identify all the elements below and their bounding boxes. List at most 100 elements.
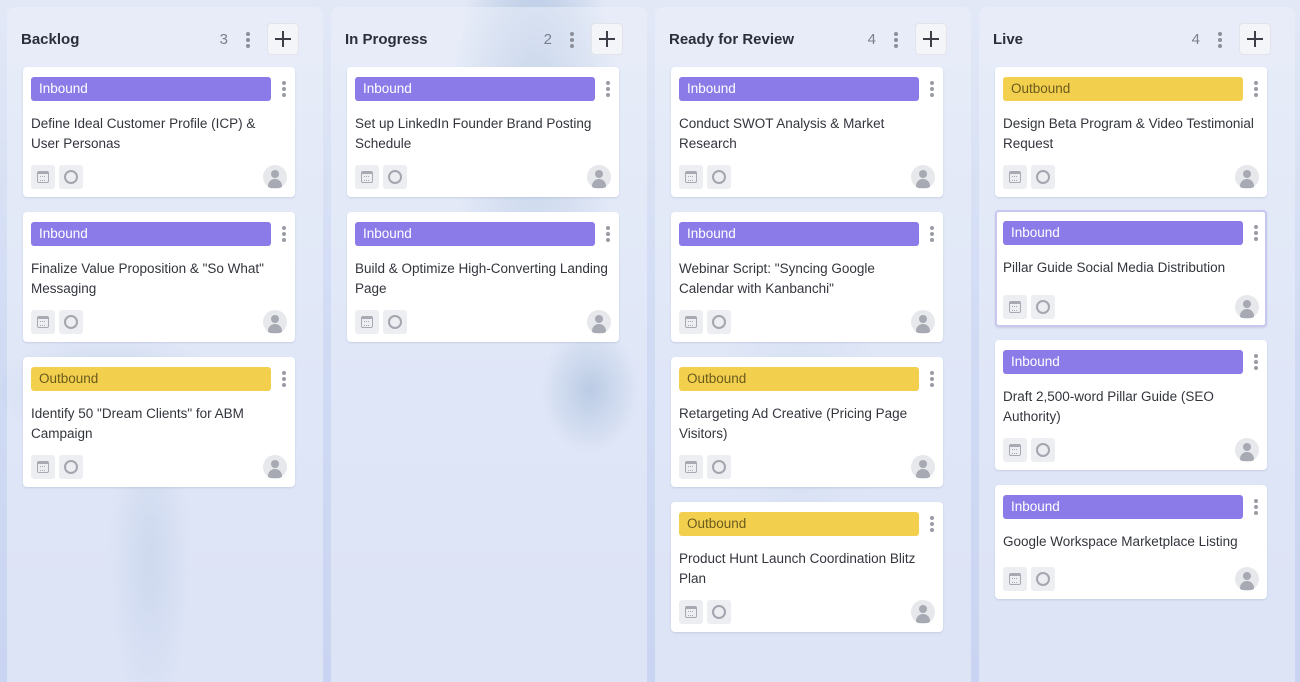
calendar-icon[interactable] (679, 165, 703, 189)
calendar-icon[interactable] (355, 165, 379, 189)
circle-status-icon[interactable] (707, 455, 731, 479)
card-menu-icon[interactable] (1253, 354, 1259, 370)
card-title: Google Workspace Marketplace Listing (1003, 534, 1238, 549)
card[interactable]: Outbound Design Beta Program & Video Tes… (995, 67, 1267, 197)
card-menu-icon[interactable] (281, 81, 287, 97)
card-tag: Outbound (679, 367, 919, 391)
calendar-icon[interactable] (679, 455, 703, 479)
card-menu-icon[interactable] (929, 516, 935, 532)
card-menu-icon[interactable] (281, 371, 287, 387)
card-title: Conduct SWOT Analysis & Market Research (679, 116, 885, 151)
column-menu-icon[interactable] (1217, 32, 1223, 48)
card-menu-icon[interactable] (1253, 499, 1259, 515)
circle-status-icon[interactable] (707, 310, 731, 334)
card-footer (1003, 438, 1259, 462)
column-ready-for-review: Ready for Review 4 Inbound Conduct SWOT … (655, 7, 971, 682)
user-avatar-icon[interactable] (587, 310, 611, 334)
card[interactable]: Inbound Google Workspace Marketplace Lis… (995, 485, 1267, 599)
card-tag: Inbound (1003, 495, 1243, 519)
circle-status-icon[interactable] (1031, 295, 1055, 319)
card[interactable]: Inbound Draft 2,500-word Pillar Guide (S… (995, 340, 1267, 470)
card-footer (31, 165, 287, 189)
user-avatar-icon[interactable] (911, 455, 935, 479)
calendar-icon[interactable] (31, 165, 55, 189)
column-header: Backlog 3 (7, 7, 323, 65)
card[interactable]: Inbound Webinar Script: "Syncing Google … (671, 212, 943, 342)
card-menu-icon[interactable] (1253, 81, 1259, 97)
circle-status-icon[interactable] (707, 600, 731, 624)
card-menu-icon[interactable] (281, 226, 287, 242)
card-title: Build & Optimize High-Converting Landing… (355, 261, 608, 296)
card[interactable]: Inbound Set up LinkedIn Founder Brand Po… (347, 67, 619, 197)
column-title: In Progress (345, 31, 428, 48)
card-footer (679, 165, 935, 189)
add-card-button[interactable] (915, 23, 947, 55)
user-avatar-icon[interactable] (911, 310, 935, 334)
card-footer (679, 310, 935, 334)
user-avatar-icon[interactable] (1235, 165, 1259, 189)
calendar-icon[interactable] (679, 600, 703, 624)
card-menu-icon[interactable] (605, 81, 611, 97)
user-avatar-icon[interactable] (587, 165, 611, 189)
card-menu-icon[interactable] (1253, 225, 1259, 241)
circle-status-icon[interactable] (59, 165, 83, 189)
card-tag: Inbound (31, 222, 271, 246)
calendar-icon[interactable] (31, 310, 55, 334)
card-footer (1003, 295, 1259, 319)
card-title: Retargeting Ad Creative (Pricing Page Vi… (679, 406, 908, 441)
card-footer (31, 455, 287, 479)
calendar-icon[interactable] (1003, 438, 1027, 462)
card-footer (1003, 165, 1259, 189)
user-avatar-icon[interactable] (263, 165, 287, 189)
user-avatar-icon[interactable] (1235, 295, 1259, 319)
add-card-button[interactable] (267, 23, 299, 55)
card[interactable]: Outbound Product Hunt Launch Coordinatio… (671, 502, 943, 632)
card[interactable]: Inbound Conduct SWOT Analysis & Market R… (671, 67, 943, 197)
user-avatar-icon[interactable] (1235, 567, 1259, 591)
calendar-icon[interactable] (679, 310, 703, 334)
card[interactable]: Inbound Define Ideal Customer Profile (I… (23, 67, 295, 197)
circle-status-icon[interactable] (1031, 165, 1055, 189)
card-tag: Inbound (679, 222, 919, 246)
circle-status-icon[interactable] (59, 455, 83, 479)
calendar-icon[interactable] (1003, 567, 1027, 591)
circle-status-icon[interactable] (1031, 438, 1055, 462)
card-selected[interactable]: Inbound Pillar Guide Social Media Distri… (995, 210, 1267, 327)
calendar-icon[interactable] (355, 310, 379, 334)
column-title: Live (993, 31, 1024, 48)
calendar-icon[interactable] (1003, 165, 1027, 189)
card[interactable]: Outbound Identify 50 "Dream Clients" for… (23, 357, 295, 487)
card-menu-icon[interactable] (929, 371, 935, 387)
user-avatar-icon[interactable] (263, 310, 287, 334)
add-card-button[interactable] (591, 23, 623, 55)
add-card-button[interactable] (1239, 23, 1271, 55)
column-menu-icon[interactable] (245, 32, 251, 48)
circle-status-icon[interactable] (707, 165, 731, 189)
column-backlog: Backlog 3 Inbound Define Ideal Customer … (7, 7, 323, 682)
circle-status-icon[interactable] (59, 310, 83, 334)
calendar-icon[interactable] (1003, 295, 1027, 319)
user-avatar-icon[interactable] (1235, 438, 1259, 462)
card-footer (1003, 567, 1259, 591)
user-avatar-icon[interactable] (911, 165, 935, 189)
card-footer (355, 165, 611, 189)
card[interactable]: Inbound Finalize Value Proposition & "So… (23, 212, 295, 342)
circle-status-icon[interactable] (1031, 567, 1055, 591)
column-live: Live 4 Outbound Design Beta Program & Vi… (979, 7, 1295, 682)
column-card-count: 4 (1191, 31, 1200, 48)
card-menu-icon[interactable] (929, 81, 935, 97)
circle-status-icon[interactable] (383, 165, 407, 189)
user-avatar-icon[interactable] (911, 600, 935, 624)
column-header: Ready for Review 4 (655, 7, 971, 65)
card-menu-icon[interactable] (605, 226, 611, 242)
column-menu-icon[interactable] (569, 32, 575, 48)
calendar-icon[interactable] (31, 455, 55, 479)
card-menu-icon[interactable] (929, 226, 935, 242)
column-menu-icon[interactable] (893, 32, 899, 48)
card-title: Draft 2,500-word Pillar Guide (SEO Autho… (1003, 389, 1214, 424)
column-in-progress: In Progress 2 Inbound Set up LinkedIn Fo… (331, 7, 647, 682)
user-avatar-icon[interactable] (263, 455, 287, 479)
card[interactable]: Outbound Retargeting Ad Creative (Pricin… (671, 357, 943, 487)
circle-status-icon[interactable] (383, 310, 407, 334)
card[interactable]: Inbound Build & Optimize High-Converting… (347, 212, 619, 342)
